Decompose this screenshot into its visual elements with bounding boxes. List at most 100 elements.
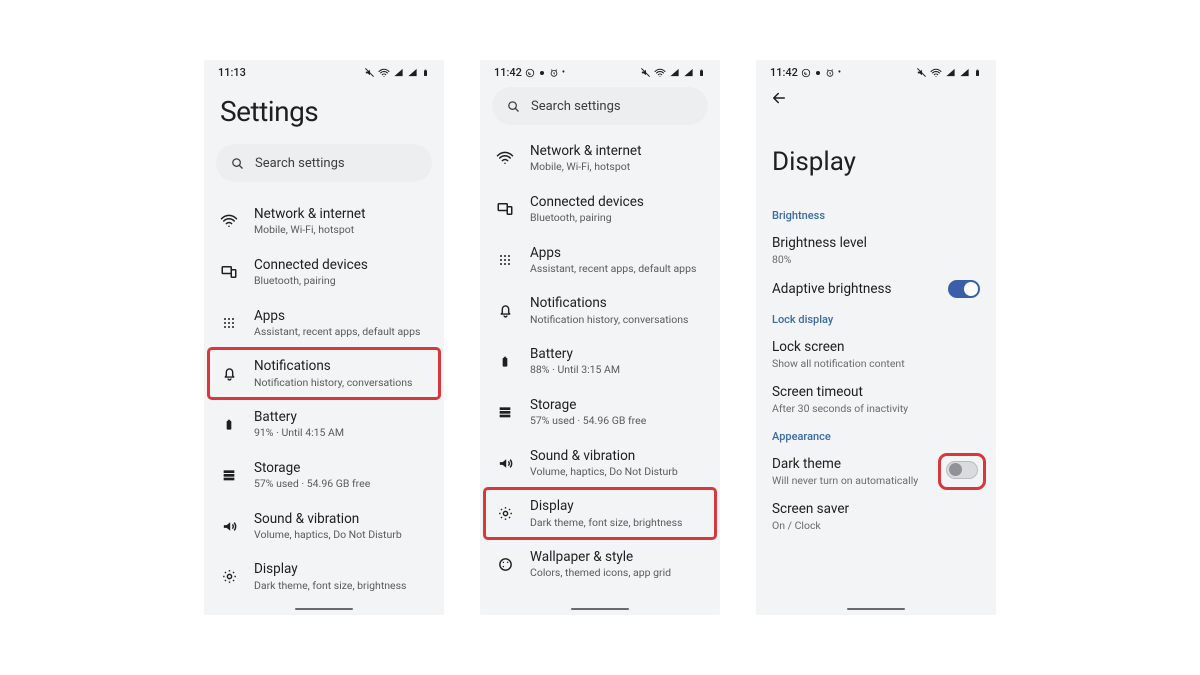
settings-item-connected-devices[interactable]: Connected devices Bluetooth, pairing	[484, 184, 716, 235]
setting-value: On / Clock	[772, 519, 849, 532]
item-subtitle: Notification history, conversations	[530, 314, 688, 327]
phone-screen-settings-scrolled: 11:42 • Search settings Network & intern…	[480, 60, 720, 615]
item-subtitle: Dark theme, font size, brightness	[254, 580, 406, 593]
item-subtitle: Mobile, Wi-Fi, hotspot	[254, 224, 365, 237]
highlight-box	[944, 459, 980, 484]
settings-item-sound[interactable]: Sound & vibrationVolume, haptics, Do Not…	[484, 438, 716, 489]
item-label: Notifications	[530, 295, 688, 311]
status-time: 11:42	[494, 66, 522, 79]
settings-item-wallpaper[interactable]: Wallpaper & styleColors, themed icons, a…	[484, 539, 716, 590]
setting-adaptive-brightness[interactable]: Adaptive brightness	[756, 273, 996, 305]
item-label: Display	[254, 561, 406, 577]
devices-icon	[218, 263, 240, 281]
item-label: Apps	[530, 245, 696, 261]
sound-icon	[218, 518, 240, 535]
status-time: 11:42	[770, 66, 798, 79]
phone-screen-display-settings: 11:42 • Display Brightness Brightness le…	[756, 60, 996, 615]
settings-item-sound[interactable]: Sound & vibrationVolume, haptics, Do Not…	[208, 501, 440, 552]
status-bar: 11:42 •	[756, 60, 996, 81]
home-indicator[interactable]	[847, 608, 905, 610]
vibrate-mute-icon	[364, 67, 375, 78]
search-icon	[230, 156, 245, 171]
signal-icon	[407, 67, 418, 78]
item-label: Sound & vibration	[530, 448, 678, 464]
setting-label: Brightness level	[772, 235, 867, 251]
devices-icon	[494, 200, 516, 218]
home-indicator[interactable]	[571, 608, 629, 610]
home-indicator[interactable]	[295, 608, 353, 610]
setting-lock-screen[interactable]: Lock screen Show all notification conten…	[756, 332, 996, 377]
setting-brightness-level[interactable]: Brightness level 80%	[756, 228, 996, 273]
status-time: 11:13	[218, 66, 246, 79]
item-subtitle: Mobile, Wi-Fi, hotspot	[530, 161, 641, 174]
item-subtitle: Notification history, conversations	[254, 377, 412, 390]
storage-icon	[494, 404, 516, 420]
setting-value: Show all notification content	[772, 357, 905, 370]
setting-dark-theme[interactable]: Dark theme Will never turn on automatica…	[756, 449, 996, 494]
whatsapp-icon	[801, 68, 811, 78]
settings-item-display[interactable]: Display Dark theme, font size, brightness	[208, 551, 440, 602]
sound-icon	[494, 455, 516, 472]
search-placeholder: Search settings	[255, 156, 345, 171]
item-label: Storage	[530, 397, 646, 413]
display-icon	[218, 568, 240, 585]
settings-list: Network & internetMobile, Wi-Fi, hotspot…	[480, 133, 720, 590]
search-input[interactable]: Search settings	[216, 144, 432, 182]
settings-item-notifications[interactable]: NotificationsNotification history, conve…	[208, 348, 440, 399]
setting-value: After 30 seconds of inactivity	[772, 402, 908, 415]
dark-theme-toggle[interactable]	[946, 461, 978, 479]
record-icon	[814, 69, 822, 77]
display-icon	[494, 505, 516, 522]
settings-item-battery[interactable]: Battery 88% · Until 3:15 AM	[484, 336, 716, 387]
signal-icon	[669, 67, 680, 78]
settings-item-apps[interactable]: AppsAssistant, recent apps, default apps	[208, 298, 440, 349]
setting-label: Dark theme	[772, 456, 918, 472]
setting-label: Screen saver	[772, 501, 849, 517]
battery-icon	[494, 354, 516, 370]
item-label: Battery	[254, 409, 344, 425]
item-label: Connected devices	[254, 257, 368, 273]
item-label: Battery	[530, 346, 620, 362]
battery-icon	[218, 417, 240, 433]
status-bar: 11:13	[204, 60, 444, 81]
item-subtitle: Dark theme, font size, brightness	[530, 517, 682, 530]
settings-item-network[interactable]: Network & internetMobile, Wi-Fi, hotspot	[208, 196, 440, 247]
item-subtitle: Bluetooth, pairing	[530, 212, 644, 225]
item-subtitle: Assistant, recent apps, default apps	[530, 263, 696, 276]
setting-value: 80%	[772, 253, 867, 266]
bell-icon	[494, 302, 516, 319]
settings-item-storage[interactable]: Storage57% used · 54.96 GB free	[208, 450, 440, 501]
item-label: Display	[530, 498, 682, 514]
search-input[interactable]: Search settings	[492, 87, 708, 125]
settings-item-storage[interactable]: Storage 57% used · 54.96 GB free	[484, 387, 716, 438]
vibrate-mute-icon	[640, 67, 651, 78]
settings-item-battery[interactable]: Battery91% · Until 4:15 AM	[208, 399, 440, 450]
settings-item-network[interactable]: Network & internetMobile, Wi-Fi, hotspot	[484, 133, 716, 184]
setting-screen-timeout[interactable]: Screen timeout After 30 seconds of inact…	[756, 377, 996, 422]
setting-screen-saver[interactable]: Screen saver On / Clock	[756, 494, 996, 539]
settings-item-notifications[interactable]: Notifications Notification history, conve…	[484, 285, 716, 336]
item-label: Connected devices	[530, 194, 644, 210]
more-icon: •	[562, 68, 565, 78]
settings-item-apps[interactable]: Apps Assistant, recent apps, default apps	[484, 235, 716, 286]
signal-icon	[393, 67, 404, 78]
apps-icon	[494, 252, 516, 268]
item-label: Storage	[254, 460, 370, 476]
wifi-icon	[378, 67, 390, 79]
setting-label: Lock screen	[772, 339, 905, 355]
wifi-icon	[218, 212, 240, 230]
signal-icon	[945, 67, 956, 78]
apps-icon	[218, 315, 240, 331]
wifi-icon	[654, 67, 666, 79]
back-button[interactable]	[756, 81, 996, 107]
settings-item-display[interactable]: Display Dark theme, font size, brightness	[484, 488, 716, 539]
item-subtitle: 57% used · 54.96 GB free	[530, 415, 646, 428]
palette-icon	[494, 556, 516, 573]
item-subtitle: Volume, haptics, Do Not Disturb	[254, 529, 402, 542]
signal-icon	[683, 67, 694, 78]
storage-icon	[218, 467, 240, 483]
item-subtitle: Bluetooth, pairing	[254, 275, 368, 288]
adaptive-brightness-toggle[interactable]	[948, 280, 980, 298]
item-subtitle: 88% · Until 3:15 AM	[530, 364, 620, 377]
settings-item-connected-devices[interactable]: Connected devices Bluetooth, pairing	[208, 247, 440, 298]
